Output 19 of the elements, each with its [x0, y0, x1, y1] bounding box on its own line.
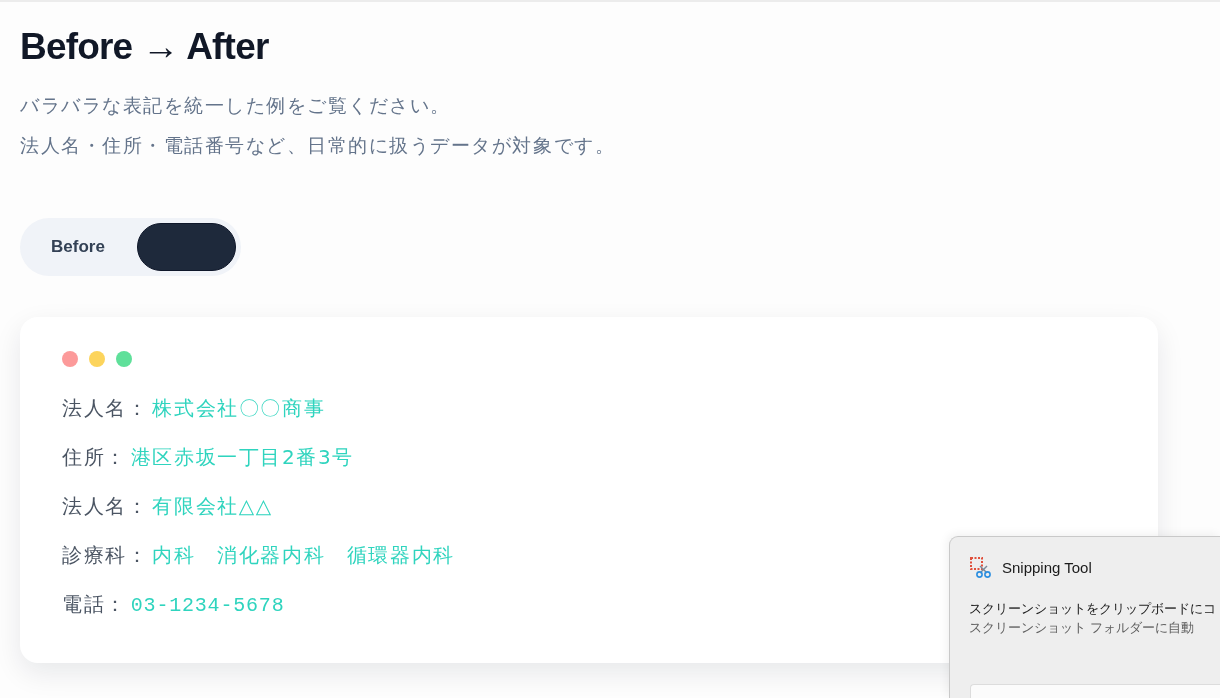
- field-label: 法人名：: [62, 493, 149, 520]
- field-label: 住所：: [62, 444, 127, 471]
- field-value: 株式会社〇〇商事: [152, 395, 326, 422]
- toggle-option[interactable]: Before: [25, 223, 131, 271]
- field-label: 電話：: [62, 591, 127, 618]
- toast-message: スクリーンショットをクリップボードにコ: [969, 600, 1216, 618]
- field-value: 03-1234-5678: [130, 593, 285, 619]
- field-label: 法人名：: [62, 395, 149, 422]
- description-text: バラバラな表記を統一した例をご覧ください。: [20, 93, 451, 118]
- description-text: 法人名・住所・電話番号など、日常的に扱うデータが対象です。: [20, 133, 616, 158]
- field-label: 診療科：: [62, 542, 149, 569]
- scissors-icon: [970, 557, 991, 578]
- field-value: 港区赤坂一丁目2番3号: [130, 444, 354, 471]
- field-value: 有限会社△△: [152, 493, 273, 520]
- field-value: 内科 消化器内科 循環器内科: [152, 542, 455, 569]
- toast-detail: スクリーンショット フォルダーに自動: [969, 619, 1195, 637]
- toggle-option[interactable]: [136, 223, 236, 271]
- page-heading: Before → After: [20, 25, 269, 69]
- toast-title: Snipping Tool: [1002, 559, 1092, 576]
